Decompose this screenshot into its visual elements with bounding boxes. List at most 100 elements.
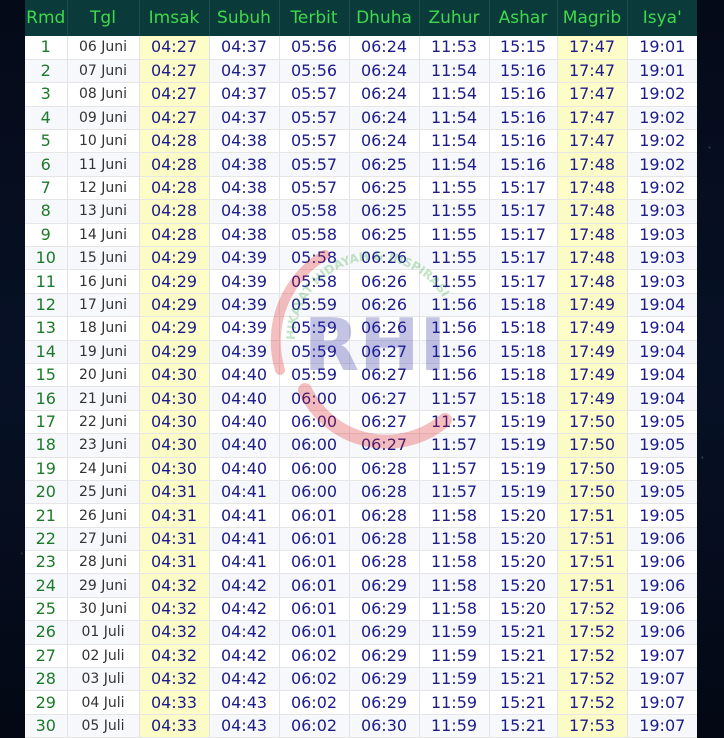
cell-tgl: 17 Juni xyxy=(67,293,140,318)
cell-imsak: 04:28 xyxy=(139,152,210,177)
cell-rmd: 15 xyxy=(25,363,68,388)
cell-tgl: 09 Juni xyxy=(67,106,140,131)
cell-dhuha: 06:25 xyxy=(349,223,420,248)
cell-imsak: 04:33 xyxy=(139,690,210,715)
cell-magrib: 17:51 xyxy=(557,503,628,528)
cell-tgl: 03 Juli xyxy=(67,667,140,692)
cell-subuh: 04:39 xyxy=(209,293,280,318)
cell-terbit: 06:02 xyxy=(279,714,350,738)
cell-magrib: 17:47 xyxy=(557,129,628,154)
cell-dhuha: 06:29 xyxy=(349,644,420,669)
cell-zuhur: 11:54 xyxy=(419,59,490,84)
cell-zuhur: 11:55 xyxy=(419,223,490,248)
cell-subuh: 04:42 xyxy=(209,597,280,622)
cell-ashar: 15:17 xyxy=(489,176,558,201)
cell-rmd: 18 xyxy=(25,433,68,458)
cell-dhuha: 06:27 xyxy=(349,386,420,411)
cell-isya: 19:04 xyxy=(627,340,697,364)
cell-dhuha: 06:28 xyxy=(349,550,420,575)
cell-imsak: 04:29 xyxy=(139,340,210,364)
cell-zuhur: 11:55 xyxy=(419,246,490,271)
table-row: 12 17 Juni 04:29 04:39 05:59 06:26 11:56 15:18 1… xyxy=(25,293,697,318)
cell-tgl: 15 Juni xyxy=(67,246,140,271)
cell-isya: 19:07 xyxy=(627,714,697,738)
cell-ashar: 15:20 xyxy=(489,503,558,528)
table-body: 1 06 Juni 04:27 04:37 05:56 06:24 11:53 15:15 17… xyxy=(25,36,697,738)
cell-ashar: 15:21 xyxy=(489,714,558,738)
cell-ashar: 15:19 xyxy=(489,433,558,458)
cell-terbit: 05:58 xyxy=(279,246,350,271)
cell-isya: 19:03 xyxy=(627,223,697,248)
header-isya: Isya' xyxy=(642,8,682,28)
cell-ashar: 15:20 xyxy=(489,527,558,552)
header-rmd: Rmd xyxy=(25,0,68,36)
cell-subuh: 04:42 xyxy=(209,573,280,598)
cell-rmd: 16 xyxy=(25,386,68,411)
cell-dhuha: 06:29 xyxy=(349,620,420,645)
cell-subuh: 04:41 xyxy=(209,527,280,552)
table-row: 27 02 Juli 04:32 04:42 06:02 06:29 11:59 15:21 1… xyxy=(25,644,697,669)
cell-subuh: 04:39 xyxy=(209,269,280,294)
cell-subuh: 04:42 xyxy=(209,644,280,669)
cell-dhuha: 06:27 xyxy=(349,433,420,458)
cell-dhuha: 06:27 xyxy=(349,410,420,435)
cell-subuh: 04:37 xyxy=(209,36,280,60)
cell-rmd: 26 xyxy=(25,620,68,645)
cell-terbit: 05:57 xyxy=(279,176,350,201)
cell-imsak: 04:30 xyxy=(139,363,210,388)
cell-terbit: 05:57 xyxy=(279,152,350,177)
table-row: 16 21 Juni 04:30 04:40 06:00 06:27 11:57 15:18 1… xyxy=(25,386,697,411)
cell-imsak: 04:30 xyxy=(139,433,210,458)
cell-ashar: 15:16 xyxy=(489,82,558,107)
cell-tgl: 12 Juni xyxy=(67,176,140,201)
cell-terbit: 05:58 xyxy=(279,269,350,294)
table-row: 8 13 Juni 04:28 04:38 05:58 06:25 11:55 15:17 17… xyxy=(25,199,697,224)
cell-zuhur: 11:53 xyxy=(419,36,490,60)
cell-zuhur: 11:58 xyxy=(419,597,490,622)
cell-isya: 19:03 xyxy=(627,199,697,224)
cell-ashar: 15:19 xyxy=(489,480,558,505)
cell-isya: 19:02 xyxy=(627,106,697,131)
cell-dhuha: 06:29 xyxy=(349,667,420,692)
cell-subuh: 04:37 xyxy=(209,106,280,131)
cell-dhuha: 06:24 xyxy=(349,106,420,131)
cell-isya: 19:01 xyxy=(627,36,697,60)
cell-dhuha: 06:24 xyxy=(349,129,420,154)
cell-imsak: 04:29 xyxy=(139,246,210,271)
table-row: 24 29 Juni 04:32 04:42 06:01 06:29 11:58 15:20 1… xyxy=(25,573,697,598)
table-row: 15 20 Juni 04:30 04:40 05:59 06:27 11:56 15:18 1… xyxy=(25,363,697,388)
cell-ashar: 15:17 xyxy=(489,269,558,294)
cell-zuhur: 11:55 xyxy=(419,176,490,201)
cell-terbit: 06:01 xyxy=(279,527,350,552)
cell-isya: 19:05 xyxy=(627,457,697,481)
table-row: 3 08 Juni 04:27 04:37 05:57 06:24 11:54 15:16 17… xyxy=(25,82,697,107)
cell-ashar: 15:18 xyxy=(489,293,558,318)
header-terbit: Terbit xyxy=(279,0,350,36)
table-row: 14 19 Juni 04:29 04:39 05:59 06:27 11:56 15:18 1… xyxy=(25,340,697,364)
cell-subuh: 04:38 xyxy=(209,223,280,248)
cell-rmd: 5 xyxy=(25,129,68,154)
cell-rmd: 14 xyxy=(25,340,68,364)
table-row: 10 15 Juni 04:29 04:39 05:58 06:26 11:55 15:17 1… xyxy=(25,246,697,271)
cell-tgl: 28 Juni xyxy=(67,550,140,575)
cell-terbit: 06:01 xyxy=(279,550,350,575)
cell-tgl: 05 Juli xyxy=(67,714,140,738)
cell-zuhur: 11:55 xyxy=(419,199,490,224)
cell-zuhur: 11:59 xyxy=(419,714,490,738)
cell-magrib: 17:48 xyxy=(557,246,628,271)
cell-dhuha: 06:29 xyxy=(349,690,420,715)
cell-ashar: 15:17 xyxy=(489,246,558,271)
cell-ashar: 15:17 xyxy=(489,223,558,248)
cell-terbit: 06:00 xyxy=(279,457,350,481)
cell-magrib: 17:52 xyxy=(557,667,628,692)
cell-magrib: 17:52 xyxy=(557,620,628,645)
cell-magrib: 17:48 xyxy=(557,223,628,248)
cell-imsak: 04:33 xyxy=(139,714,210,738)
table-row: 29 04 Juli 04:33 04:43 06:02 06:29 11:59 15:21 1… xyxy=(25,690,697,715)
table-row: 5 10 Juni 04:28 04:38 05:57 06:24 11:54 15:16 17… xyxy=(25,129,697,154)
cell-tgl: 25 Juni xyxy=(67,480,140,505)
cell-zuhur: 11:56 xyxy=(419,340,490,364)
cell-terbit: 06:00 xyxy=(279,433,350,458)
cell-imsak: 04:28 xyxy=(139,199,210,224)
cell-terbit: 06:02 xyxy=(279,690,350,715)
